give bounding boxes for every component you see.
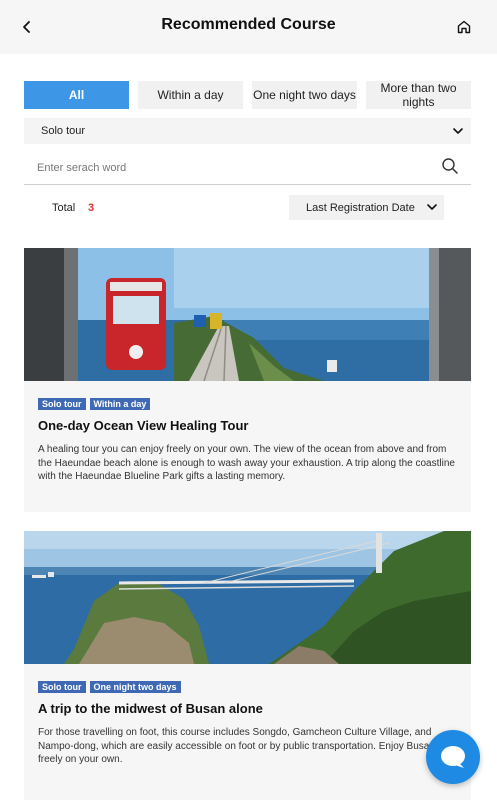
- tag-badge: Solo tour: [38, 681, 86, 693]
- chat-button[interactable]: [426, 730, 480, 784]
- course-description: A healing tour you can enjoy freely on y…: [38, 444, 455, 482]
- tag-badge: One night two days: [89, 681, 181, 693]
- course-description: For those travelling on foot, this cours…: [38, 727, 435, 765]
- chevron-down-icon: [427, 204, 437, 210]
- tab-within-a-day[interactable]: Within a day: [138, 81, 243, 109]
- search-bar: Enter serach word: [24, 152, 471, 185]
- course-card[interactable]: Solo tour Within a day One-day Ocean Vie…: [24, 248, 471, 512]
- chevron-down-icon: [453, 128, 463, 134]
- tab-more-than-two-nights[interactable]: More than two nights: [366, 81, 471, 109]
- tag-badge: Solo tour: [38, 398, 86, 410]
- chat-bubble-icon: [441, 746, 465, 768]
- course-tags: Solo tour Within a day: [38, 398, 151, 410]
- home-button[interactable]: [451, 14, 477, 40]
- course-card[interactable]: Solo tour One night two days A trip to t…: [24, 531, 471, 800]
- course-title[interactable]: A trip to the midwest of Busan alone: [38, 701, 263, 716]
- course-photo-skywalk: [24, 531, 471, 664]
- total-label: Total: [52, 202, 76, 214]
- tab-one-night-two-days[interactable]: One night two days: [252, 81, 357, 109]
- search-input[interactable]: Enter serach word: [37, 162, 126, 174]
- tag-badge: Within a day: [89, 398, 151, 410]
- tour-type-select[interactable]: Solo tour: [24, 118, 471, 144]
- course-tags: Solo tour One night two days: [38, 681, 181, 693]
- course-title[interactable]: One-day Ocean View Healing Tour: [38, 418, 248, 433]
- sort-value: Last Registration Date: [306, 201, 415, 214]
- sort-select[interactable]: Last Registration Date: [289, 195, 444, 220]
- home-icon: [457, 20, 471, 34]
- course-photo-sky-capsule: [24, 248, 471, 381]
- tab-all[interactable]: All: [24, 81, 129, 109]
- page-title: Recommended Course: [161, 16, 336, 33]
- total-count: 3: [88, 202, 95, 214]
- duration-tabs: All Within a day One night two days More…: [24, 81, 471, 109]
- tour-type-value: Solo tour: [41, 125, 86, 137]
- search-icon[interactable]: [441, 157, 459, 175]
- top-app-bar: Recommended Course: [0, 0, 497, 54]
